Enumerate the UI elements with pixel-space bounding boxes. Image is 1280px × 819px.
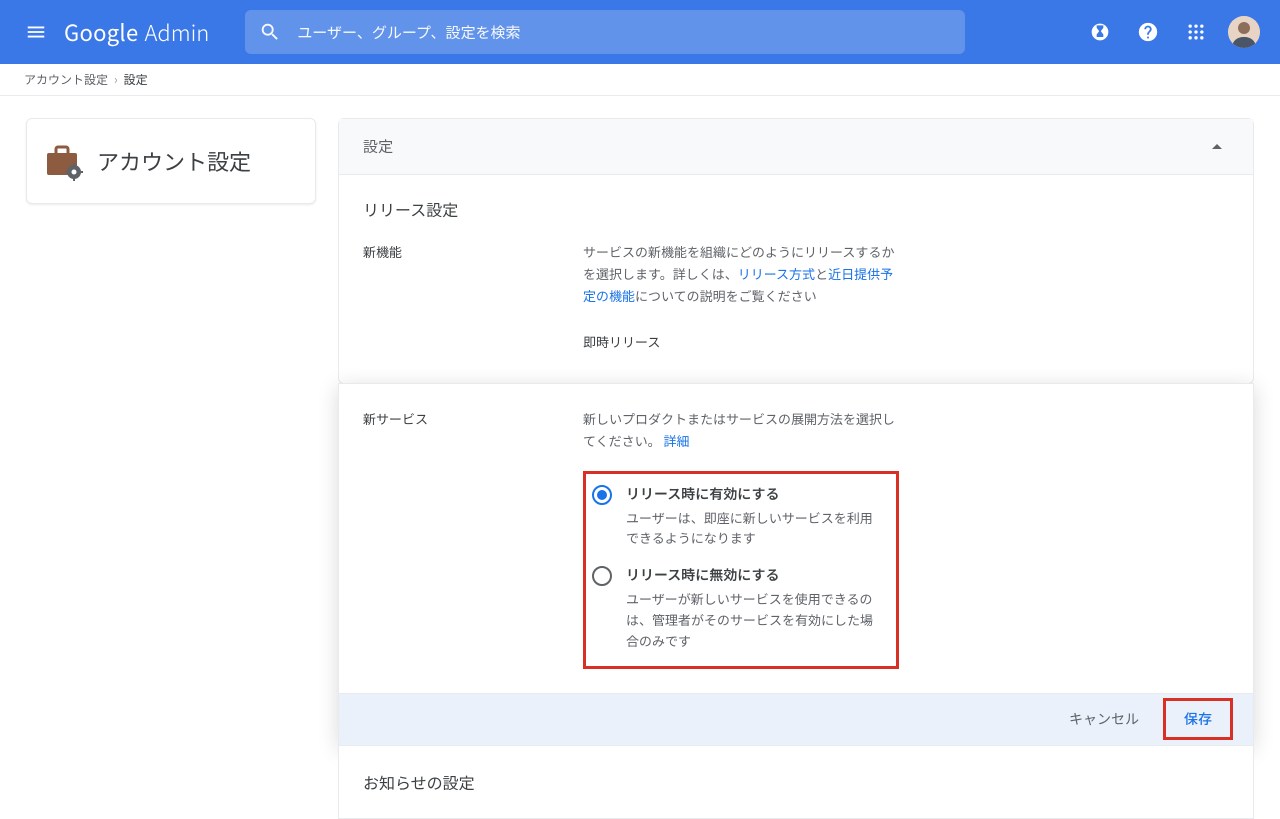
radio-title: リリース時に無効にする (626, 565, 884, 585)
radio-subtitle: ユーザーは、即座に新しいサービスを利用できるようになります (626, 508, 884, 550)
row-label-new-features: 新機能 (363, 241, 583, 261)
radio-group-highlight: リリース時に有効にする ユーザーは、即座に新しいサービスを利用できるようになりま… (583, 471, 899, 669)
header-actions (1080, 12, 1264, 52)
radio-icon-selected[interactable] (592, 485, 612, 505)
panel-title: 設定 (363, 136, 393, 157)
logo-primary: Google (64, 16, 138, 48)
save-button[interactable]: 保存 (1168, 703, 1228, 735)
logo-secondary: Admin (144, 16, 209, 48)
app-header: Google Admin (0, 0, 1280, 64)
radio-icon-unselected[interactable] (592, 566, 612, 586)
radio-title: リリース時に有効にする (626, 484, 884, 504)
radio-subtitle: ユーザーが新しいサービスを使用できるのは、管理者がそのサービスを有効にした場合の… (626, 589, 884, 651)
release-settings-section: リリース設定 新機能 サービスの新機能を組織にどのようにリリースするかを選択しま… (339, 175, 1253, 383)
search-bar[interactable] (245, 10, 965, 54)
chevron-up-icon (1205, 135, 1229, 159)
panel-header[interactable]: 設定 (339, 119, 1253, 175)
breadcrumb-item[interactable]: アカウント設定 (24, 71, 108, 88)
rapid-release-label: 即時リリース (583, 331, 899, 353)
apps-icon[interactable] (1176, 12, 1216, 52)
radio-disable-on-release[interactable]: リリース時に無効にする ユーザーが新しいサービスを使用できるのは、管理者がそのサ… (592, 565, 884, 651)
link-details[interactable]: 詳細 (664, 431, 690, 450)
settings-panel: 設定 リリース設定 新機能 サービスの新機能を組織にどのようにリリースするかを選… (338, 118, 1254, 384)
search-icon (259, 21, 281, 43)
new-services-card: 新サービス 新しいプロダクトまたはサービスの展開方法を選択してください。 詳細 … (338, 383, 1254, 745)
section-title: お知らせの設定 (363, 770, 1229, 794)
menu-icon[interactable] (16, 12, 56, 52)
hourglass-icon[interactable] (1080, 12, 1120, 52)
side-card: アカウント設定 (26, 118, 316, 204)
section-title: リリース設定 (363, 197, 1229, 221)
help-icon[interactable] (1128, 12, 1168, 52)
product-logo: Google Admin (64, 16, 209, 48)
side-title: アカウント設定 (97, 145, 251, 177)
radio-enable-on-release[interactable]: リリース時に有効にする ユーザーは、即座に新しいサービスを利用できるようになりま… (592, 484, 884, 550)
row-body-new-features: サービスの新機能を組織にどのようにリリースするかを選択します。詳しくは、リリース… (583, 241, 899, 353)
action-bar: キャンセル 保存 (339, 693, 1253, 745)
cancel-button[interactable]: キャンセル (1059, 703, 1149, 735)
save-button-highlight: 保存 (1163, 698, 1233, 740)
row-label-new-services: 新サービス (363, 408, 583, 428)
search-input[interactable] (281, 22, 951, 43)
chevron-right-icon: › (114, 71, 118, 88)
briefcase-gear-icon (43, 141, 83, 181)
new-services-desc: 新しいプロダクトまたはサービスの展開方法を選択してください。 詳細 (583, 408, 899, 452)
account-avatar[interactable] (1224, 12, 1264, 52)
notifications-section: お知らせの設定 (338, 746, 1254, 819)
breadcrumb: アカウント設定 › 設定 (0, 64, 1280, 96)
breadcrumb-current: 設定 (124, 71, 148, 88)
link-release-method[interactable]: リリース方式 (738, 264, 815, 283)
